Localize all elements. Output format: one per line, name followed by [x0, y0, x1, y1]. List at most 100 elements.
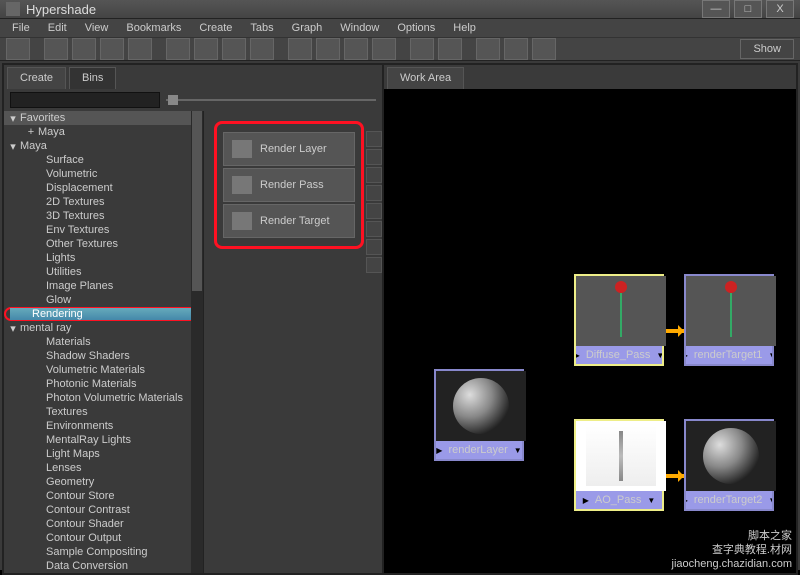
- toolbar-icon[interactable]: [288, 38, 312, 60]
- scrollbar[interactable]: [191, 111, 203, 573]
- show-button[interactable]: Show: [740, 39, 794, 59]
- triangle-icon[interactable]: ▼: [768, 496, 772, 505]
- render-target-button[interactable]: Render Target: [223, 204, 355, 238]
- tree-item[interactable]: Environments: [4, 419, 203, 433]
- collapse-icon[interactable]: ▾: [8, 112, 18, 125]
- tree-item[interactable]: Utilities: [4, 265, 203, 279]
- zoom-slider[interactable]: [166, 99, 376, 101]
- menu-help[interactable]: Help: [445, 19, 484, 37]
- slider-thumb[interactable]: [168, 95, 178, 105]
- tree-favorites[interactable]: ▾Favorites: [4, 111, 203, 125]
- tree-item[interactable]: Glow: [4, 293, 203, 307]
- toolbar-icon[interactable]: [166, 38, 190, 60]
- render-pass-button[interactable]: Render Pass: [223, 168, 355, 202]
- tree-item[interactable]: Photon Volumetric Materials: [4, 391, 203, 405]
- menu-window[interactable]: Window: [332, 19, 387, 37]
- side-tool-icon[interactable]: [366, 131, 382, 147]
- side-tool-icon[interactable]: [366, 185, 382, 201]
- side-tool-icon[interactable]: [366, 149, 382, 165]
- search-input[interactable]: [10, 92, 160, 108]
- toolbar-icon[interactable]: [44, 38, 68, 60]
- side-tool-icon[interactable]: [366, 167, 382, 183]
- render-layer-button[interactable]: Render Layer: [223, 132, 355, 166]
- close-button[interactable]: X: [766, 0, 794, 18]
- tree-item[interactable]: Contour Contrast: [4, 503, 203, 517]
- tab-work-area[interactable]: Work Area: [387, 67, 464, 89]
- menu-tabs[interactable]: Tabs: [242, 19, 281, 37]
- tree-item[interactable]: Contour Shader: [4, 517, 203, 531]
- tree-maya[interactable]: ▾Maya: [4, 139, 203, 153]
- toolbar-icon[interactable]: [372, 38, 396, 60]
- triangle-icon[interactable]: ▶: [686, 496, 688, 505]
- tree-item[interactable]: Image Planes: [4, 279, 203, 293]
- triangle-icon[interactable]: ▶: [583, 496, 589, 505]
- tree-item[interactable]: Photonic Materials: [4, 377, 203, 391]
- tree-item[interactable]: Contour Output: [4, 531, 203, 545]
- triangle-icon[interactable]: ▼: [656, 351, 662, 360]
- tree-item[interactable]: Displacement: [4, 181, 203, 195]
- tree-maya-plus[interactable]: +Maya: [4, 125, 203, 139]
- tree-item[interactable]: Contour Store: [4, 489, 203, 503]
- menu-edit[interactable]: Edit: [40, 19, 75, 37]
- scroll-thumb[interactable]: [192, 111, 202, 291]
- tree-item[interactable]: Sample Compositing: [4, 545, 203, 559]
- toolbar-icon[interactable]: [222, 38, 246, 60]
- collapse-icon[interactable]: ▾: [8, 322, 18, 335]
- tree-item[interactable]: Other Textures: [4, 237, 203, 251]
- node-render-target-1[interactable]: ▶renderTarget1▼: [684, 274, 774, 366]
- side-tool-icon[interactable]: [366, 221, 382, 237]
- menu-graph[interactable]: Graph: [284, 19, 331, 37]
- tree-item[interactable]: Light Maps: [4, 447, 203, 461]
- triangle-icon[interactable]: ▶: [686, 351, 688, 360]
- toolbar-icon[interactable]: [410, 38, 434, 60]
- triangle-icon[interactable]: ▼: [514, 446, 522, 455]
- tree-item[interactable]: Lights: [4, 251, 203, 265]
- tree-mentalray[interactable]: ▾mental ray: [4, 321, 203, 335]
- tree-item[interactable]: Volumetric Materials: [4, 363, 203, 377]
- tree-item[interactable]: 3D Textures: [4, 209, 203, 223]
- toolbar-icon[interactable]: [476, 38, 500, 60]
- toolbar-icon[interactable]: [438, 38, 462, 60]
- menu-bookmarks[interactable]: Bookmarks: [118, 19, 189, 37]
- tree-item[interactable]: 2D Textures: [4, 195, 203, 209]
- tree-item[interactable]: Env Textures: [4, 223, 203, 237]
- menu-options[interactable]: Options: [389, 19, 443, 37]
- tree-item[interactable]: Shadow Shaders: [4, 349, 203, 363]
- tree-item[interactable]: Volumetric: [4, 167, 203, 181]
- expand-icon[interactable]: +: [26, 126, 36, 138]
- tree-item[interactable]: MentalRay Lights: [4, 433, 203, 447]
- menu-file[interactable]: File: [4, 19, 38, 37]
- tree-rendering-selected[interactable]: Rendering: [4, 307, 203, 321]
- tree-item[interactable]: Lenses: [4, 461, 203, 475]
- side-tool-icon[interactable]: [366, 239, 382, 255]
- triangle-icon[interactable]: ▼: [768, 351, 772, 360]
- toolbar-icon[interactable]: [100, 38, 124, 60]
- toolbar-icon[interactable]: [344, 38, 368, 60]
- tree-item[interactable]: Textures: [4, 405, 203, 419]
- node-render-layer[interactable]: ▶renderLayer▼: [434, 369, 524, 461]
- side-tool-icon[interactable]: [366, 257, 382, 273]
- node-diffuse-pass[interactable]: ▶Diffuse_Pass▼: [574, 274, 664, 366]
- toolbar-icon[interactable]: [72, 38, 96, 60]
- side-tool-icon[interactable]: [366, 203, 382, 219]
- toolbar-icon[interactable]: [194, 38, 218, 60]
- menu-view[interactable]: View: [77, 19, 117, 37]
- node-render-target-2[interactable]: ▶renderTarget2▼: [684, 419, 774, 511]
- maximize-button[interactable]: □: [734, 0, 762, 18]
- tree-item[interactable]: Materials: [4, 335, 203, 349]
- tree-item[interactable]: Geometry: [4, 475, 203, 489]
- triangle-icon[interactable]: ▶: [436, 446, 442, 455]
- triangle-icon[interactable]: ▶: [576, 351, 580, 360]
- toolbar-icon[interactable]: [128, 38, 152, 60]
- node-canvas[interactable]: ▶renderLayer▼ ▶Diffuse_Pass▼ ▶AO_Pass▼ ▶…: [384, 89, 796, 573]
- toolbar-icon[interactable]: [316, 38, 340, 60]
- tab-bins[interactable]: Bins: [69, 67, 116, 89]
- minimize-button[interactable]: —: [702, 0, 730, 18]
- toolbar-icon[interactable]: [504, 38, 528, 60]
- collapse-icon[interactable]: ▾: [8, 140, 18, 153]
- triangle-icon[interactable]: ▼: [647, 496, 655, 505]
- tree-item[interactable]: Data Conversion: [4, 559, 203, 573]
- tree-item[interactable]: Surface: [4, 153, 203, 167]
- toolbar-icon[interactable]: [532, 38, 556, 60]
- node-ao-pass[interactable]: ▶AO_Pass▼: [574, 419, 664, 511]
